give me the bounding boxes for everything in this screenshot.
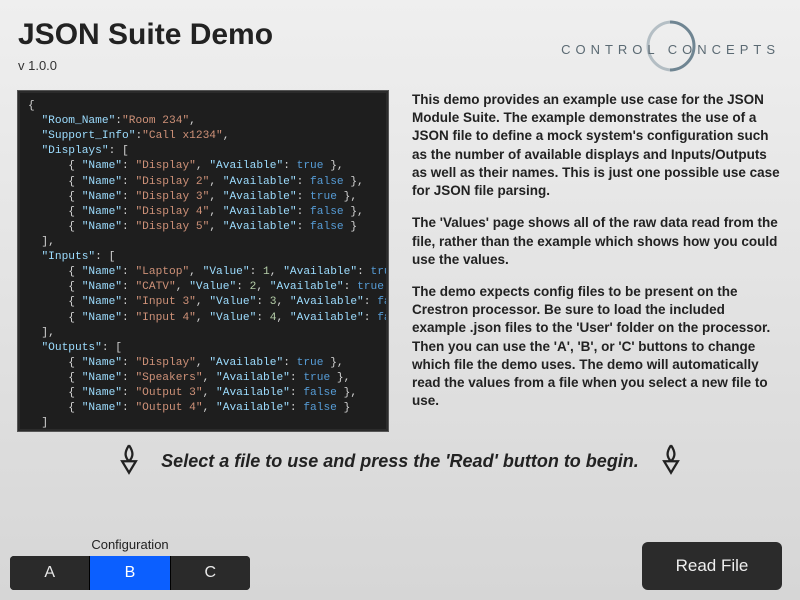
config-option-a[interactable]: A: [10, 556, 90, 590]
description-p1: This demo provides an example use case f…: [412, 91, 782, 200]
prompt-text: Select a file to use and press the 'Read…: [161, 451, 639, 472]
read-file-button[interactable]: Read File: [642, 542, 782, 590]
description-p2: The 'Values' page shows all of the raw d…: [412, 214, 782, 269]
brand-logo-text: CONTROL CONCEPTS: [561, 42, 780, 57]
description-p3: The demo expects config files to be pres…: [412, 283, 782, 411]
configuration-segmented-control[interactable]: ABC: [10, 556, 250, 590]
config-option-b[interactable]: B: [90, 556, 170, 590]
description-panel: This demo provides an example use case f…: [412, 91, 782, 431]
configuration-label: Configuration: [10, 537, 250, 552]
brand-logo: CONTROL CONCEPTS: [561, 22, 780, 57]
arrow-down-icon: [657, 443, 685, 480]
arrow-down-icon: [115, 443, 143, 480]
json-code-preview: { "Room_Name":"Room 234", "Support_Info"…: [18, 91, 388, 431]
version-label: v 1.0.0: [18, 58, 273, 73]
page-title: JSON Suite Demo: [18, 18, 273, 52]
config-option-c[interactable]: C: [171, 556, 250, 590]
